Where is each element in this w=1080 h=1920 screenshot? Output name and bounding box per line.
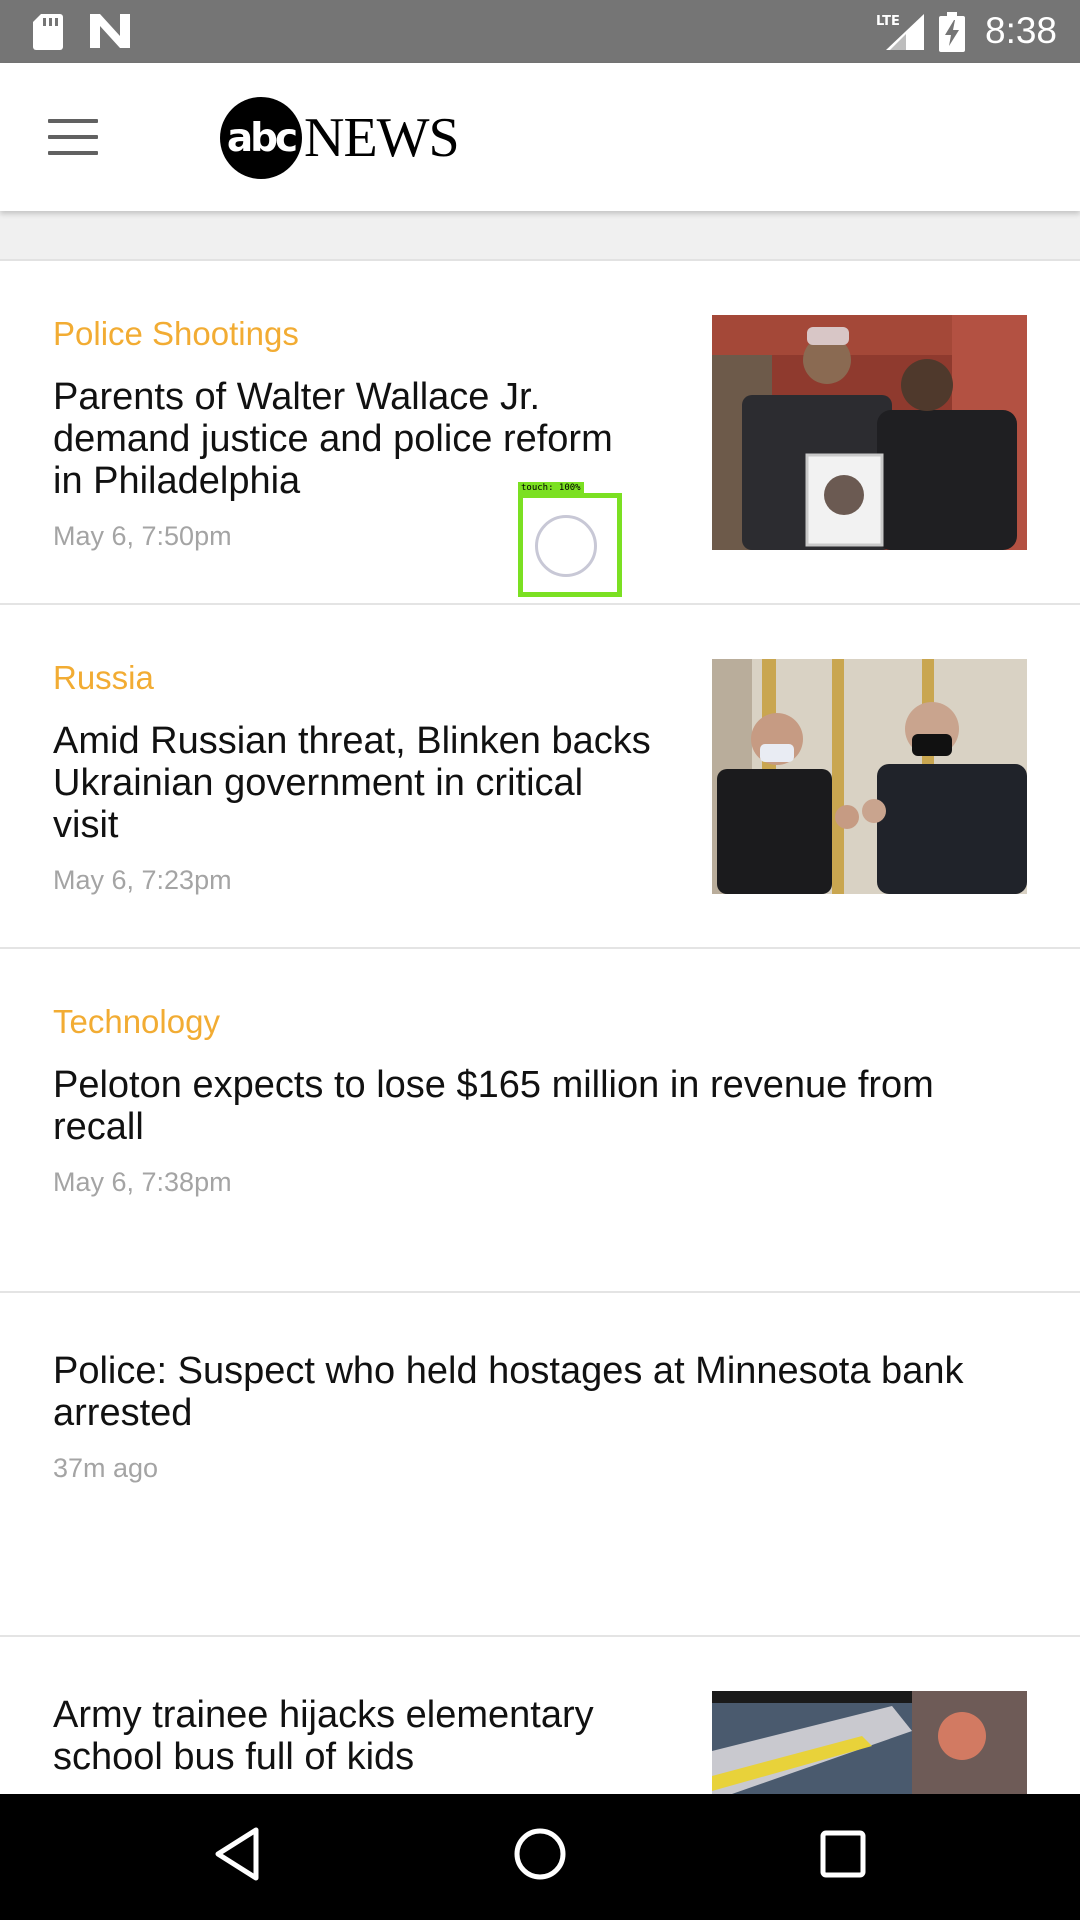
article-category[interactable]: Russia bbox=[53, 659, 154, 697]
n-notification-icon bbox=[90, 14, 130, 48]
article-category[interactable]: Police Shootings bbox=[53, 315, 299, 353]
article-thumbnail[interactable] bbox=[712, 659, 1027, 894]
status-bar: LTE 8:38 bbox=[0, 0, 1080, 63]
touch-point-circle bbox=[535, 515, 597, 577]
abc-news-logo[interactable]: abc NEWS bbox=[220, 97, 460, 179]
battery-charging-icon bbox=[939, 12, 965, 52]
article-timestamp: May 6, 7:23pm bbox=[53, 865, 232, 895]
article-timestamp: May 6, 7:50pm bbox=[53, 521, 232, 551]
hamburger-menu-icon[interactable] bbox=[48, 119, 98, 155]
article-headline[interactable]: Peloton expects to lose $165 million in … bbox=[53, 1064, 1013, 1148]
logo-circle: abc bbox=[220, 97, 302, 179]
article-category[interactable]: Technology bbox=[53, 1003, 220, 1041]
recents-icon[interactable] bbox=[818, 1824, 868, 1884]
article-card[interactable]: Russia Amid Russian threat, Blinken back… bbox=[0, 605, 1080, 949]
article-card[interactable]: Police: Suspect who held hostages at Min… bbox=[0, 1293, 1080, 1637]
app-header: abc NEWS bbox=[0, 63, 1080, 211]
sd-card-icon bbox=[33, 14, 63, 50]
article-timestamp: May 6, 7:38pm bbox=[53, 1167, 232, 1197]
lte-signal-icon: LTE bbox=[876, 14, 924, 50]
feed-spacer bbox=[0, 211, 1080, 261]
article-card[interactable]: Technology Peloton expects to lose $165 … bbox=[0, 949, 1080, 1293]
logo-word: NEWS bbox=[304, 107, 460, 169]
status-clock: 8:38 bbox=[985, 10, 1058, 51]
article-timestamp: 37m ago bbox=[53, 1453, 159, 1483]
home-icon[interactable] bbox=[510, 1824, 570, 1884]
navigation-bar bbox=[0, 1794, 1080, 1920]
back-icon[interactable] bbox=[212, 1824, 262, 1884]
article-headline[interactable]: Police: Suspect who held hostages at Min… bbox=[53, 1350, 1013, 1434]
article-headline[interactable]: Army trainee hijacks elementary school b… bbox=[53, 1694, 673, 1778]
article-headline[interactable]: Amid Russian threat, Blinken backs Ukrai… bbox=[53, 720, 653, 846]
svg-text:LTE: LTE bbox=[876, 14, 900, 29]
article-thumbnail[interactable] bbox=[712, 315, 1027, 550]
